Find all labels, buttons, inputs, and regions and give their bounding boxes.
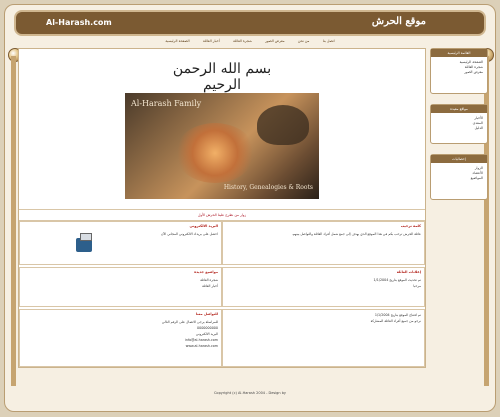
banner-title: Al-Harash Family [131, 99, 202, 108]
welcome-cell-title: كلمة ترحيب [400, 224, 421, 228]
top-navigation: الصفحة الرئيسية أخبار العائلة شجرة العائ… [20, 38, 480, 48]
family-banner: Al-Harash Family History, Genealogies & … [125, 93, 319, 199]
nav-item-news[interactable]: أخبار العائلة [203, 39, 220, 43]
nav-item-about[interactable]: من نحن [298, 39, 310, 43]
announcements-title: إعلانات العائلة [396, 270, 421, 274]
email-cell: البريد الالكتروني احصل على بريدك الالكتر… [19, 221, 222, 265]
mailbox-icon[interactable] [76, 233, 92, 252]
sidebar-stat: المواضيع [470, 176, 483, 180]
sidebar-box-title: إحصائيات [431, 155, 487, 163]
new-topics-line[interactable]: أخبار العائلة [23, 283, 218, 289]
sidebar-link[interactable]: معرض الصور [435, 70, 483, 75]
banner-subtitle: History, Genealogies & Roots [223, 184, 313, 191]
nav-item-contact[interactable]: اتصل بنا [323, 39, 335, 43]
new-topics-title: مواضيع جديدة [194, 270, 218, 274]
footer-text: Copyright (c) Al-Harash 2004 - Design by [213, 391, 286, 395]
news-cell: تم افتتاح الموقع بتاريخ 1/1/2004 نرجو من… [222, 309, 425, 367]
site-header: موقع الحرش Al-Harash.com [14, 10, 486, 36]
sidebar-box-useful-sites: مواقع مفيدة الأخبار المنتدى الدليل [430, 104, 488, 144]
bismillah-calligraphy: بسم الله الرحمن الرحيم [172, 61, 272, 93]
announcement-line: مرحبا [413, 284, 421, 288]
welcome-cell-text: عائلة الحرش ترحب بكم في هذا الموقع الذي … [291, 232, 421, 236]
contact-website-link[interactable]: www.al-harash.com [23, 343, 218, 349]
welcome-cell: كلمة ترحيب عائلة الحرش ترحب بكم في هذا ا… [222, 221, 425, 265]
nav-item-tree[interactable]: شجرة العائلة [233, 39, 252, 43]
email-cell-title: البريد الالكتروني [189, 224, 218, 228]
main-content: بسم الله الرحمن الرحيم Al-Harash Family … [18, 48, 426, 368]
news-line: نرجو من جميع أفراد العائلة المشاركة [370, 319, 421, 323]
site-title: موقع الحرش [371, 16, 426, 27]
nav-item-gallery[interactable]: معرض الصور [265, 39, 284, 43]
new-topics-cell: مواضيع جديدة شجرة العائلة أخبار العائلة [19, 267, 222, 307]
banner-tree-image [257, 105, 309, 145]
announcements-cell: إعلانات العائلة تم تحديث الموقع بتاريخ 1… [222, 267, 425, 307]
nav-item-home[interactable]: الصفحة الرئيسية [165, 39, 189, 43]
visitor-link[interactable]: زوار من نطرح علينا الحرش الأول [19, 209, 425, 221]
sidebar-box-title: مواقع مفيدة [431, 105, 487, 113]
email-cell-text[interactable]: احصل على بريدك الالكتروني المجاني الآن [23, 231, 218, 237]
sidebar-box-stats: إحصائيات الزوار الأعضاء المواضيع [430, 154, 488, 200]
sidebar-box-main-menu: القائمة الرئيسية الصفحة الرئيسية شجرة ال… [430, 48, 488, 94]
sidebar-link[interactable]: الدليل [435, 126, 483, 131]
site-domain: Al-Harash.com [46, 18, 112, 27]
contact-cell: للتواصل معنا للمراسلة يرجى الاتصال على ا… [19, 309, 222, 367]
left-rail [11, 56, 16, 386]
contact-title: للتواصل معنا [195, 312, 218, 316]
sidebar-box-title: القائمة الرئيسية [431, 49, 487, 57]
banner-hands-image [175, 123, 255, 183]
